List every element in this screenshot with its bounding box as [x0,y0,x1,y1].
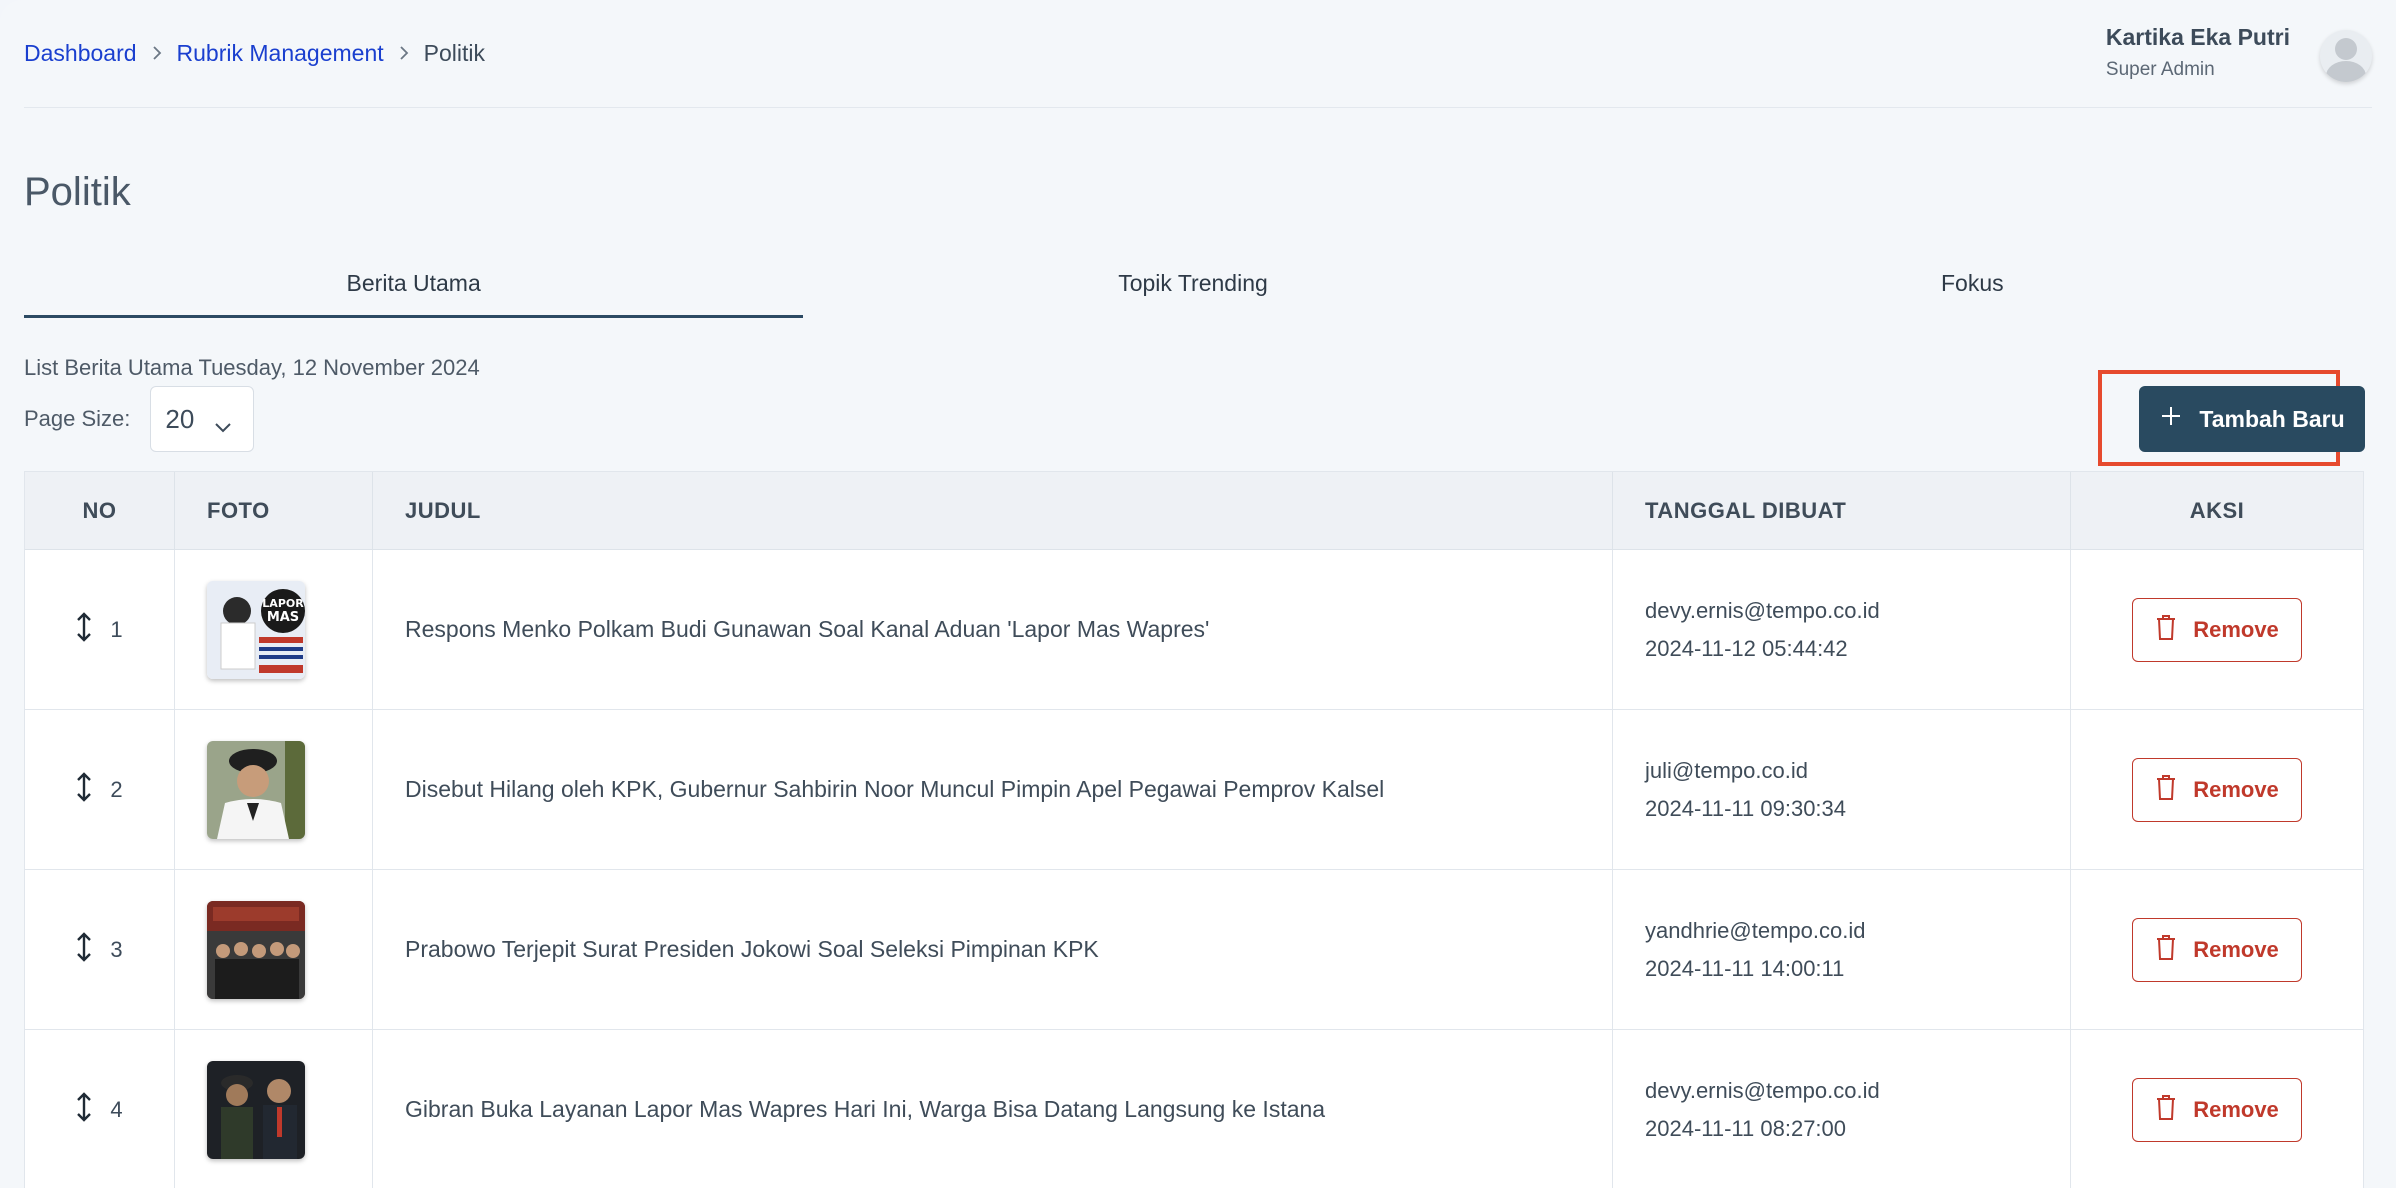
row-number-cell: 4 [25,1030,175,1188]
header-aksi: AKSI [2189,497,2245,523]
table-row: 1 LAPOR MAS Respons Menko Polkam Budi Gu… [25,550,2363,710]
action-cell: Remove [2071,710,2363,869]
row-number-cell: 2 [25,710,175,869]
action-cell: Remove [2071,870,2363,1029]
news-thumbnail [207,740,305,839]
remove-label: Remove [2193,776,2279,802]
headline[interactable]: Gibran Buka Layanan Lapor Mas Wapres Har… [373,1030,1613,1188]
photo-cell [175,1030,373,1188]
trash-icon [2155,933,2177,967]
creator-email: juli@tempo.co.id [1645,757,1808,783]
chevron-down-icon [213,411,233,442]
created-cell: devy.ernis@tempo.co.id 2024-11-11 08:27:… [1613,1030,2071,1188]
trash-icon [2155,773,2177,807]
created-cell: juli@tempo.co.id 2024-11-11 09:30:34 [1613,710,2071,869]
headline[interactable]: Prabowo Terjepit Surat Presiden Jokowi S… [373,870,1613,1029]
header-foto: FOTO [175,472,373,549]
chevron-right-icon [151,41,163,67]
add-new-label: Tambah Baru [2199,405,2345,432]
creator-email: devy.ernis@tempo.co.id [1645,597,1880,623]
drag-handle-icon[interactable] [76,1091,92,1128]
created-date: 2024-11-11 14:00:11 [1645,955,1845,981]
list-label: List Berita Utama Tuesday, 12 November 2… [24,355,480,380]
created-cell: devy.ernis@tempo.co.id 2024-11-12 05:44:… [1613,550,2071,709]
svg-text:MAS: MAS [267,610,299,625]
remove-label: Remove [2193,616,2279,642]
row-number: 3 [110,936,123,962]
tab-fokus[interactable]: Fokus [1583,262,2362,318]
remove-button[interactable]: Remove [2132,1077,2302,1142]
news-thumbnail [207,1060,305,1159]
created-date: 2024-11-11 09:30:34 [1645,795,1847,821]
row-number: 4 [110,1096,123,1122]
page-size-value: 20 [165,403,195,434]
header-no: NO [25,472,175,549]
action-cell: Remove [2071,1030,2363,1188]
header-tanggal: TANGGAL DIBUAT [1613,472,2071,549]
tab-topik-trending[interactable]: Topik Trending [803,262,1582,318]
photo-cell: LAPOR MAS [175,550,373,709]
user-menu[interactable]: Kartika Eka Putri Super Admin [2106,24,2372,82]
tab-bar: Berita Utama Topik Trending Fokus [24,262,2362,318]
remove-button[interactable]: Remove [2132,917,2302,982]
photo-cell [175,870,373,1029]
headline[interactable]: Disebut Hilang oleh KPK, Gubernur Sahbir… [373,710,1613,869]
breadcrumb: Dashboard Rubrik Management Politik [24,40,485,67]
headline[interactable]: Respons Menko Polkam Budi Gunawan Soal K… [373,550,1613,709]
avatar[interactable] [2320,30,2372,82]
add-new-button[interactable]: Tambah Baru [2139,386,2365,452]
remove-label: Remove [2193,1096,2279,1122]
breadcrumb-rubrik-management[interactable]: Rubrik Management [177,40,384,67]
drag-handle-icon[interactable] [76,611,92,648]
tab-berita-utama[interactable]: Berita Utama [24,262,804,318]
row-number-cell: 1 [25,550,175,709]
user-role: Super Admin [2105,59,2215,80]
remove-button[interactable]: Remove [2132,597,2302,662]
trash-icon [2155,613,2177,647]
breadcrumb-current: Politik [423,40,485,66]
page-size-control: Page Size: 20 [24,386,255,452]
user-name: Kartika Eka Putri [2105,24,2290,50]
plus-icon [2159,404,2183,434]
user-info: Kartika Eka Putri Super Admin [2106,24,2290,81]
created-date: 2024-11-11 08:27:00 [1645,1115,1847,1141]
row-number: 1 [110,616,123,642]
drag-handle-icon[interactable] [76,771,92,808]
news-table: NO FOTO JUDUL TANGGAL DIBUAT AKSI 1 LAPO… [24,471,2364,1188]
row-number-cell: 3 [25,870,175,1029]
header-judul: JUDUL [373,472,1613,549]
remove-label: Remove [2193,936,2279,962]
action-cell: Remove [2071,550,2363,709]
photo-cell [175,710,373,869]
chevron-right-icon [398,41,410,67]
remove-button[interactable]: Remove [2132,757,2302,822]
top-bar: Dashboard Rubrik Management Politik Kart… [24,0,2372,108]
row-number: 2 [110,776,123,802]
table-row: 2 Disebut Hilang oleh KPK, Gubernur Sahb… [25,710,2363,870]
page-size-label: Page Size: [24,406,131,431]
svg-text:LAPOR: LAPOR [262,597,304,610]
created-date: 2024-11-12 05:44:42 [1645,635,1848,661]
page: Dashboard Rubrik Management Politik Kart… [0,0,2396,1188]
page-title: Politik [24,170,131,214]
table-row: 3 Prabowo Terjepit Surat Presiden Jokowi… [25,870,2363,1030]
page-size-select[interactable]: 20 [150,386,255,452]
table-header: NO FOTO JUDUL TANGGAL DIBUAT AKSI [25,472,2363,550]
creator-email: yandhrie@tempo.co.id [1645,917,1866,943]
trash-icon [2155,1093,2177,1127]
table-row: 4 Gibran Buka Layanan Lapor Mas Wapres H… [25,1030,2363,1188]
breadcrumb-dashboard[interactable]: Dashboard [24,40,137,67]
news-thumbnail: LAPOR MAS [207,580,305,679]
news-thumbnail [207,900,305,999]
creator-email: devy.ernis@tempo.co.id [1645,1077,1880,1103]
drag-handle-icon[interactable] [76,931,92,968]
created-cell: yandhrie@tempo.co.id 2024-11-11 14:00:11 [1613,870,2071,1029]
